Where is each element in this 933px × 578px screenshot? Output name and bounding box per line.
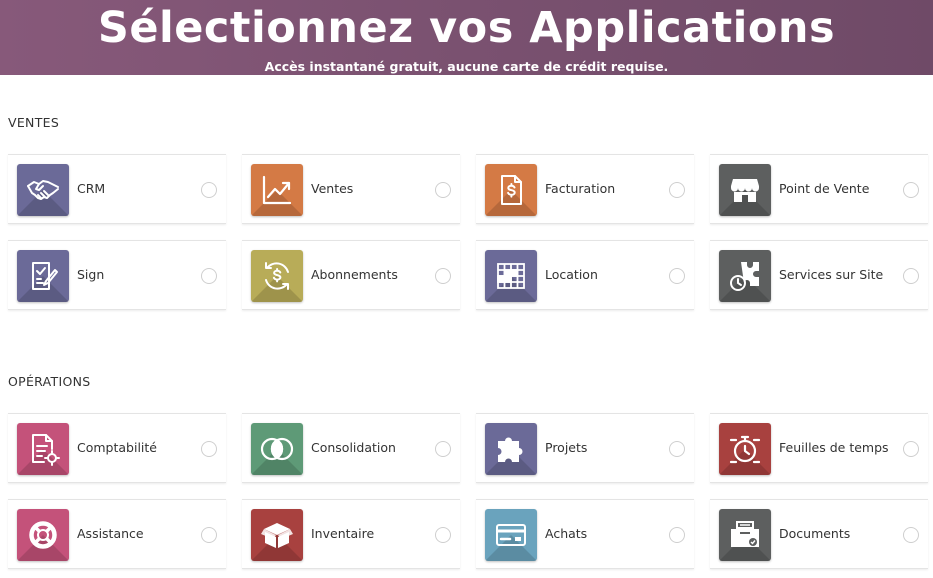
select-radio[interactable] [201,268,217,284]
app-label: Facturation [545,181,616,196]
document-box-icon [719,509,771,561]
app-label: Documents [779,526,851,541]
app-card-assistance[interactable]: Assistance [8,499,226,569]
app-label: Sign [77,267,105,282]
app-card-comptabilite[interactable]: Comptabilité [8,413,226,483]
app-card-inventaire[interactable]: Inventaire [242,499,460,569]
select-radio[interactable] [201,527,217,543]
venn-circles-icon [251,423,303,475]
app-label: Location [545,267,598,282]
planning-grid-icon [485,250,537,302]
puzzle-piece-icon [485,423,537,475]
app-card-consolidation[interactable]: Consolidation [242,413,460,483]
app-label: Inventaire [311,526,375,541]
section-title-ventes: VENTES [8,115,60,130]
app-label: Point de Vente [779,181,870,196]
app-card-location[interactable]: Location [476,240,694,310]
app-card-abonnements[interactable]: Abonnements [242,240,460,310]
select-radio[interactable] [903,182,919,198]
app-label: Assistance [77,526,144,541]
credit-card-icon [485,509,537,561]
page-title: Sélectionnez vos Applications [97,3,836,53]
app-card-ventes[interactable]: Ventes [242,154,460,224]
page-subtitle: Accès instantané gratuit, aucune carte d… [264,59,669,74]
app-card-projets[interactable]: Projets [476,413,694,483]
handshake-icon [17,164,69,216]
app-label: Feuilles de temps [779,440,889,455]
app-card-point-de-vente[interactable]: Point de Vente [710,154,928,224]
select-radio[interactable] [435,268,451,284]
app-label: Abonnements [311,267,398,282]
select-radio[interactable] [201,182,217,198]
select-radio[interactable] [669,268,685,284]
app-label: CRM [77,181,106,196]
hero-banner: Sélectionnez vos Applications Accès inst… [0,0,933,75]
subscription-dollar-icon [251,250,303,302]
app-card-feuilles-de-temps[interactable]: Feuilles de temps [710,413,928,483]
sign-document-icon [17,250,69,302]
app-card-services-sur-site[interactable]: Services sur Site [710,240,928,310]
puzzle-timer-icon [719,250,771,302]
select-radio[interactable] [201,441,217,457]
accounting-document-icon [17,423,69,475]
app-card-sign[interactable]: Sign [8,240,226,310]
select-radio[interactable] [669,182,685,198]
app-label: Ventes [311,181,354,196]
select-radio[interactable] [903,268,919,284]
app-card-facturation[interactable]: Facturation [476,154,694,224]
select-radio[interactable] [435,527,451,543]
app-label: Services sur Site [779,267,884,282]
section-title-operations: OPÉRATIONS [8,374,91,389]
invoice-icon [485,164,537,216]
select-radio[interactable] [903,441,919,457]
app-card-achats[interactable]: Achats [476,499,694,569]
app-label: Comptabilité [77,440,157,455]
select-radio[interactable] [669,441,685,457]
stopwatch-icon [719,423,771,475]
app-label: Projets [545,440,588,455]
app-card-crm[interactable]: CRM [8,154,226,224]
app-label: Achats [545,526,588,541]
select-radio[interactable] [435,441,451,457]
select-radio[interactable] [903,527,919,543]
select-radio[interactable] [435,182,451,198]
lifebuoy-icon [17,509,69,561]
box-icon [251,509,303,561]
select-radio[interactable] [669,527,685,543]
app-card-documents[interactable]: Documents [710,499,928,569]
trend-chart-icon [251,164,303,216]
shop-icon [719,164,771,216]
app-label: Consolidation [311,440,396,455]
